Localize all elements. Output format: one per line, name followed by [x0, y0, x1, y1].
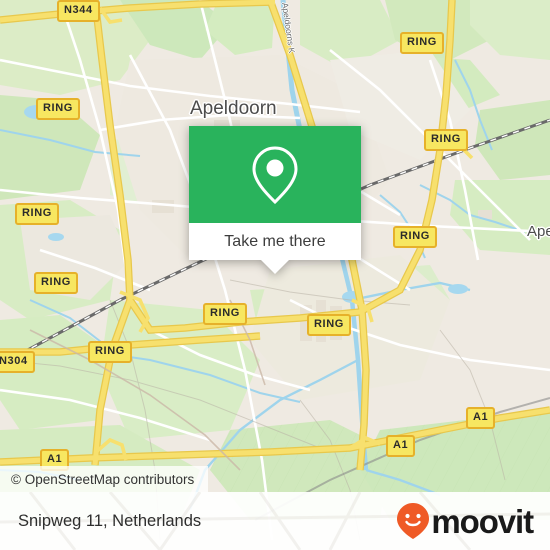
attribution-text: © OpenStreetMap contributors: [11, 471, 195, 487]
moovit-smile-pin-icon: [397, 503, 430, 539]
popup-pin-panel: [189, 126, 361, 223]
osm-attribution[interactable]: © OpenStreetMap contributors: [0, 466, 209, 492]
popup-pointer-tail: [261, 260, 289, 274]
road-shield-a1[interactable]: A1: [386, 435, 416, 457]
popup-cta-bar[interactable]: Take me there: [189, 223, 361, 260]
road-shield-n344[interactable]: N344: [57, 0, 100, 22]
address-label: Snipweg 11, Netherlands: [18, 511, 202, 530]
place-label-apeldoorn-edge: Ape: [527, 223, 550, 240]
moovit-map-page: Apeldoorn Ape Apeldoorns K N344 RING RIN…: [0, 0, 550, 550]
road-shield-ring[interactable]: RING: [400, 32, 444, 54]
road-shield-ring[interactable]: RING: [307, 314, 351, 336]
road-shield-ring[interactable]: RING: [36, 98, 80, 120]
road-shield-ring[interactable]: RING: [15, 203, 59, 225]
road-shield-ring[interactable]: RING: [88, 341, 132, 363]
road-shield-ring[interactable]: RING: [424, 129, 468, 151]
location-popup[interactable]: Take me there: [189, 126, 361, 274]
road-shield-n304[interactable]: N304: [0, 351, 35, 373]
road-shield-ring[interactable]: RING: [203, 303, 247, 325]
take-me-there-label: Take me there: [224, 232, 326, 250]
map-pin-icon: [252, 145, 298, 204]
road-shield-ring[interactable]: RING: [34, 272, 78, 294]
moovit-logo[interactable]: moovit: [396, 502, 534, 540]
place-label-apeldoorn: Apeldoorn: [190, 98, 277, 119]
road-shield-ring[interactable]: RING: [393, 226, 437, 248]
road-shield-a1[interactable]: A1: [466, 407, 496, 429]
moovit-wordmark: moovit: [431, 502, 534, 540]
bottom-info-bar: Snipweg 11, Netherlands moovit: [0, 492, 550, 550]
